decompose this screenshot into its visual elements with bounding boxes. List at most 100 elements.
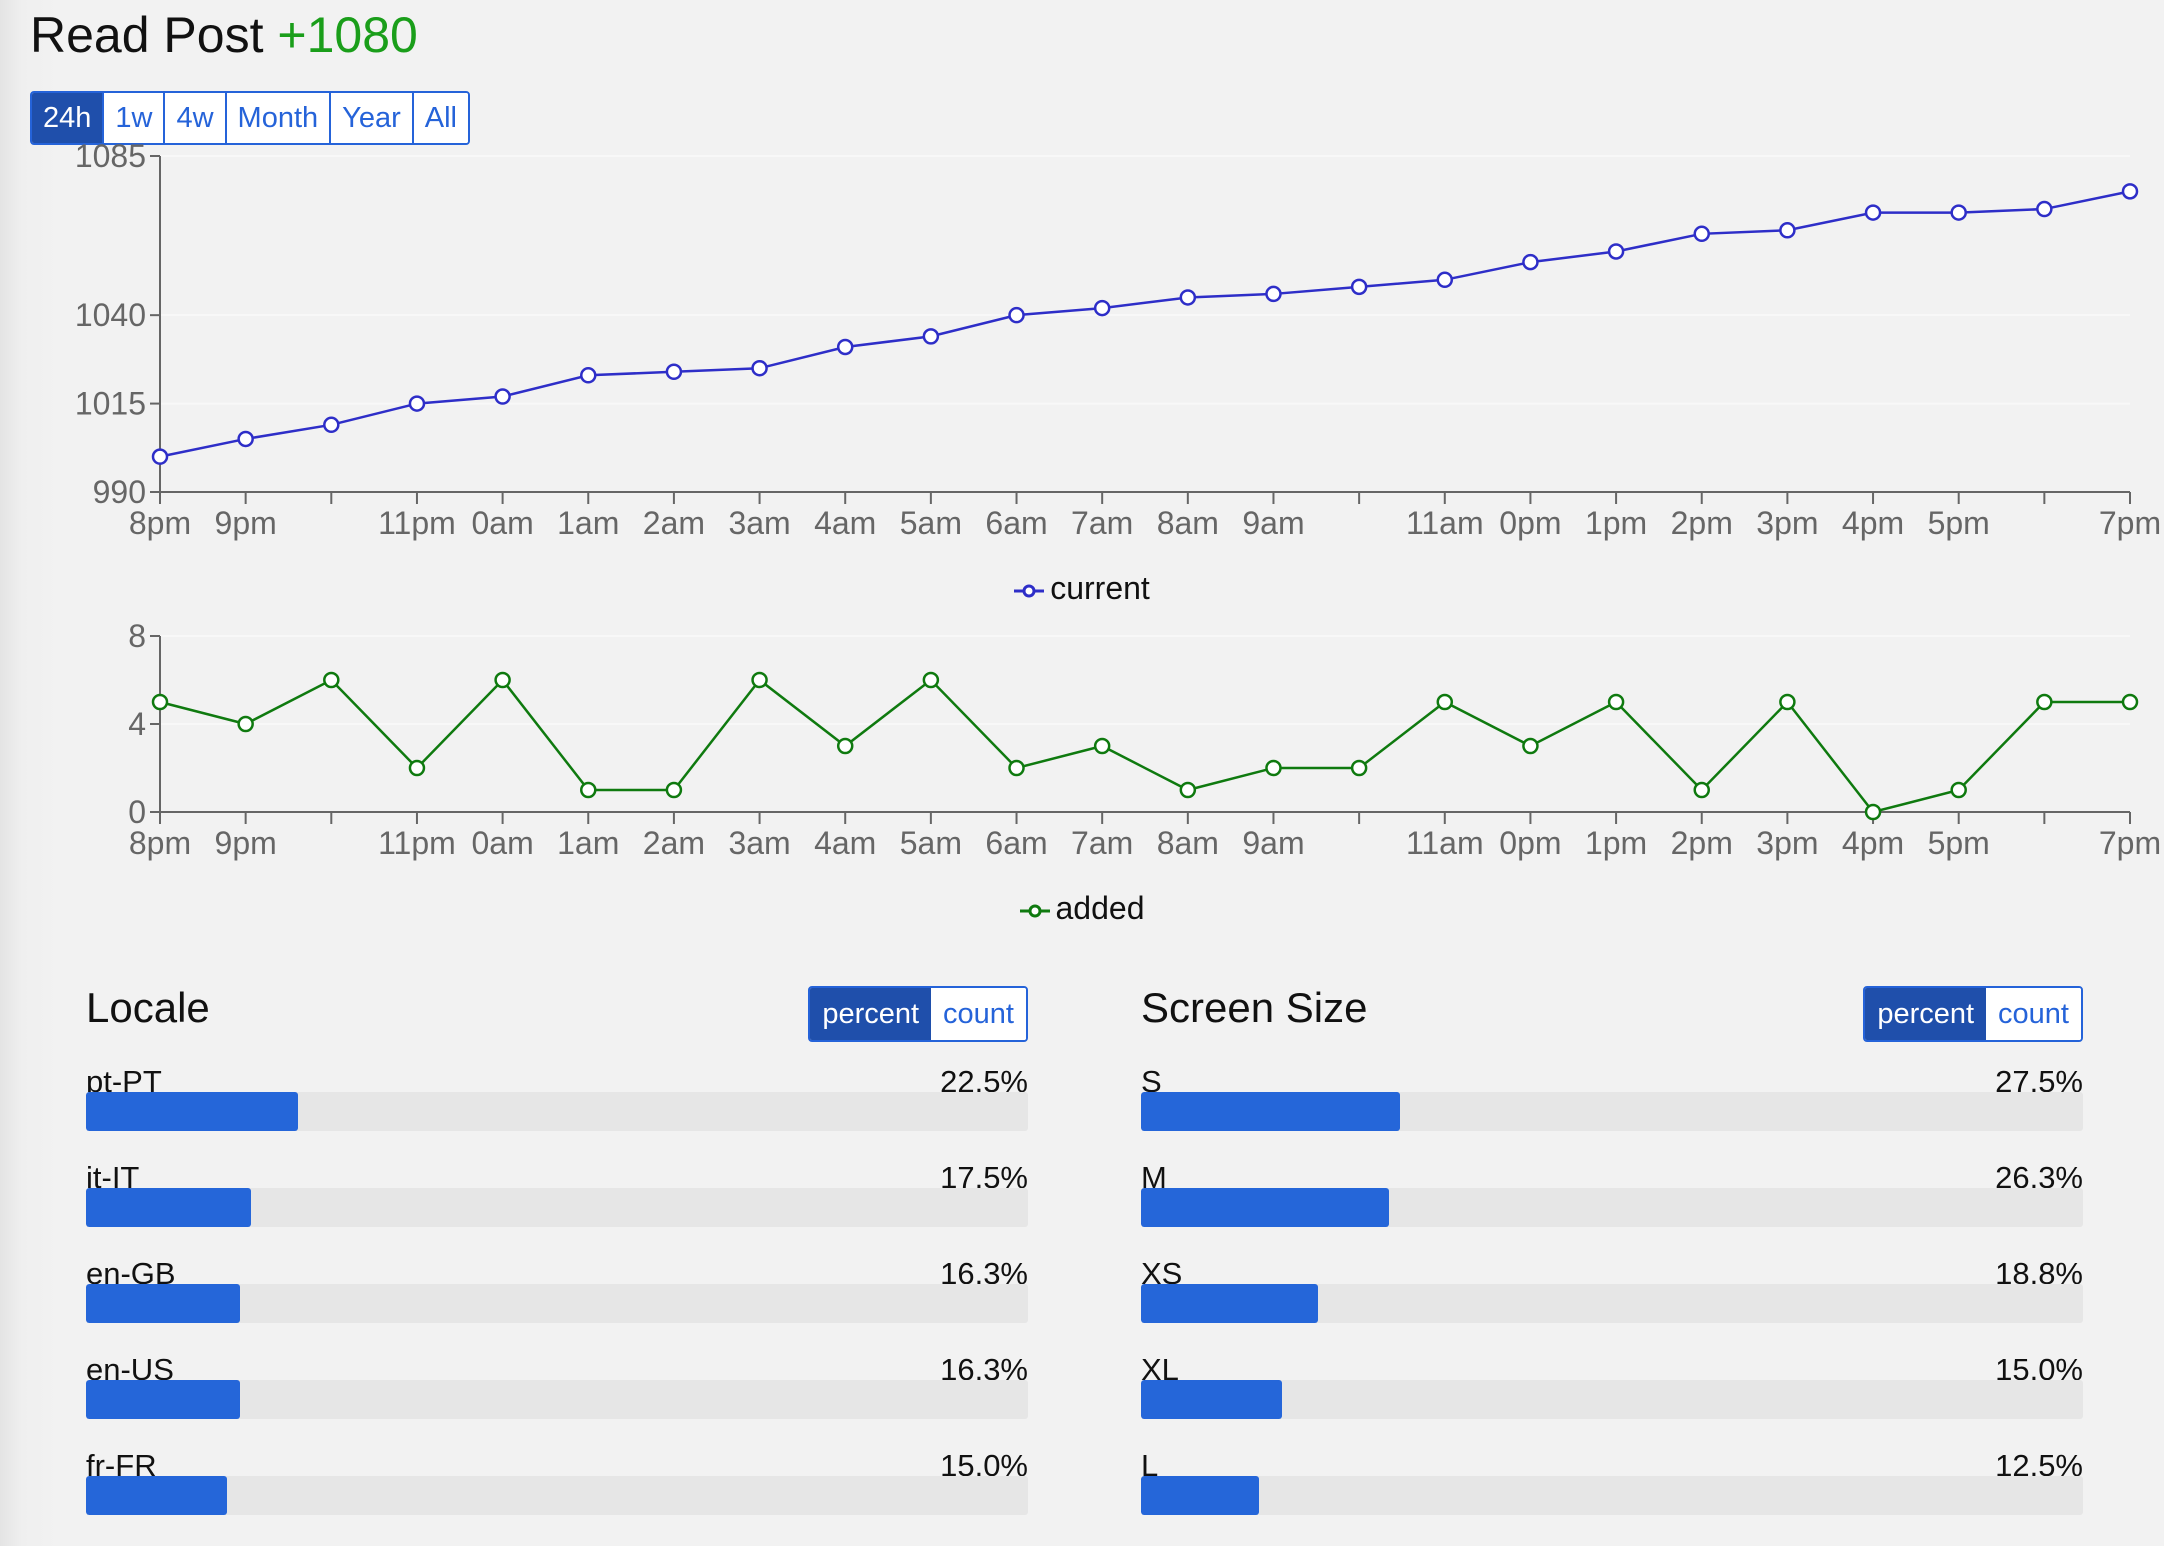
added-data-point[interactable] <box>1522 737 1539 755</box>
x-tick-label: 8am <box>1157 825 1219 861</box>
x-tick-label: 7pm <box>2099 505 2161 541</box>
added-data-point[interactable] <box>2121 693 2139 711</box>
x-tick-label: 4pm <box>1842 505 1904 541</box>
current-data-point[interactable] <box>1350 278 1368 296</box>
added-data-point[interactable] <box>408 759 426 777</box>
added-data-point[interactable] <box>1265 759 1282 777</box>
added-data-point[interactable] <box>1607 693 1625 711</box>
added-data-point[interactable] <box>1693 781 1710 799</box>
x-tick-label: 9pm <box>215 505 277 541</box>
progress-fill <box>86 1188 251 1227</box>
current-data-point[interactable] <box>1864 204 1882 221</box>
added-data-point[interactable] <box>1008 759 1025 777</box>
added-data-point[interactable] <box>323 671 340 689</box>
x-tick-label: 1pm <box>1585 505 1647 541</box>
current-data-point[interactable] <box>323 416 340 434</box>
screen-size-list: S 27.5% M 26.3% XS 18.8% XL 15.0% L 12.5% <box>1141 1064 2083 1544</box>
progress-fill <box>1141 1284 1319 1323</box>
added-data-point[interactable] <box>836 737 854 755</box>
progress-fill <box>1141 1380 1283 1419</box>
added-data-point[interactable] <box>151 693 169 711</box>
added-data-point[interactable] <box>1350 759 1368 777</box>
x-tick-label: 0pm <box>1499 825 1561 861</box>
added-series-line <box>159 678 2130 814</box>
x-tick-label: 9pm <box>215 825 277 861</box>
current-data-point[interactable] <box>665 363 683 380</box>
locale-mode-toggle: percent count <box>808 986 1028 1042</box>
x-tick-label: 1am <box>557 505 619 541</box>
x-tick-label: 3am <box>728 505 790 541</box>
current-data-point[interactable] <box>1179 289 1197 306</box>
added-data-point[interactable] <box>2036 693 2053 711</box>
x-tick-label: 0am <box>471 505 533 541</box>
added-data-point[interactable] <box>1864 803 1882 821</box>
x-tick-label: 8pm <box>129 505 191 541</box>
added-legend-swatch-icon <box>1019 904 1050 918</box>
current-data-point[interactable] <box>1436 271 1454 289</box>
locale-percent-button[interactable]: percent <box>810 988 932 1040</box>
added-data-point[interactable] <box>1179 781 1197 799</box>
current-data-point[interactable] <box>494 388 511 405</box>
progress-track <box>1141 1092 2083 1131</box>
current-data-point[interactable] <box>1265 285 1282 303</box>
progress-fill <box>86 1092 298 1131</box>
x-tick-label: 0am <box>471 825 533 861</box>
progress-track <box>86 1476 1028 1515</box>
x-tick-label: 11pm <box>378 825 456 861</box>
added-legend[interactable]: added <box>0 890 2164 927</box>
range-24h-button[interactable]: 24h <box>32 93 105 143</box>
current-data-point[interactable] <box>1522 253 1539 271</box>
added-data-point[interactable] <box>922 671 940 689</box>
added-data-point[interactable] <box>237 715 254 733</box>
current-data-point[interactable] <box>1093 299 1111 317</box>
current-data-point[interactable] <box>151 448 169 465</box>
added-data-point[interactable] <box>1950 781 1967 799</box>
current-data-point[interactable] <box>237 430 254 448</box>
x-tick-label: 6am <box>985 505 1047 541</box>
progress-track <box>1141 1380 2083 1419</box>
current-data-point[interactable] <box>1950 204 1967 221</box>
screen-size-percent-button[interactable]: percent <box>1865 988 1987 1040</box>
current-data-point[interactable] <box>580 367 597 384</box>
range-1w-button[interactable]: 1w <box>104 93 166 143</box>
progress-fill <box>1141 1476 1259 1515</box>
range-all-button[interactable]: All <box>413 93 468 143</box>
x-tick-label: 9am <box>1242 505 1304 541</box>
current-data-point[interactable] <box>2036 200 2053 218</box>
range-year-button[interactable]: Year <box>331 93 414 143</box>
added-legend-label: added <box>1055 890 1145 926</box>
added-data-point[interactable] <box>1779 693 1796 711</box>
current-data-point[interactable] <box>1693 225 1710 243</box>
x-tick-label: 3pm <box>1756 825 1818 861</box>
added-line-chart: 0488pm 9pm 11pm 0am 1am 2am 3am 4am 5am 6am 7am 8am… <box>128 618 2161 861</box>
x-tick-label: 1pm <box>1585 825 1647 861</box>
x-tick-label: 8am <box>1157 505 1219 541</box>
current-data-point[interactable] <box>2121 183 2139 200</box>
added-data-point[interactable] <box>1436 693 1454 711</box>
current-data-point[interactable] <box>1607 243 1625 260</box>
progress-fill <box>86 1284 240 1323</box>
locale-count-button[interactable]: count <box>931 988 1026 1040</box>
current-data-point[interactable] <box>922 328 940 345</box>
range-4w-button[interactable]: 4w <box>165 93 227 143</box>
x-tick-label: 5am <box>900 825 962 861</box>
x-tick-label: 8pm <box>129 825 191 861</box>
current-data-point[interactable] <box>836 338 854 356</box>
current-data-point[interactable] <box>751 359 768 377</box>
current-legend[interactable]: current <box>0 570 2164 607</box>
range-month-button[interactable]: Month <box>226 93 332 143</box>
current-data-point[interactable] <box>1008 306 1025 324</box>
added-data-point[interactable] <box>751 671 768 689</box>
added-data-point[interactable] <box>665 781 683 799</box>
x-tick-label: 5pm <box>1928 505 1990 541</box>
list-item: L 12.5% <box>1141 1448 2083 1544</box>
added-data-point[interactable] <box>494 671 511 689</box>
screen-size-count-button[interactable]: count <box>1986 988 2081 1040</box>
progress-track <box>86 1188 1028 1227</box>
x-tick-label: 7am <box>1071 505 1133 541</box>
x-tick-label: 3pm <box>1756 505 1818 541</box>
added-data-point[interactable] <box>580 781 597 799</box>
current-data-point[interactable] <box>1779 222 1796 239</box>
added-data-point[interactable] <box>1093 737 1111 755</box>
current-data-point[interactable] <box>408 395 426 412</box>
